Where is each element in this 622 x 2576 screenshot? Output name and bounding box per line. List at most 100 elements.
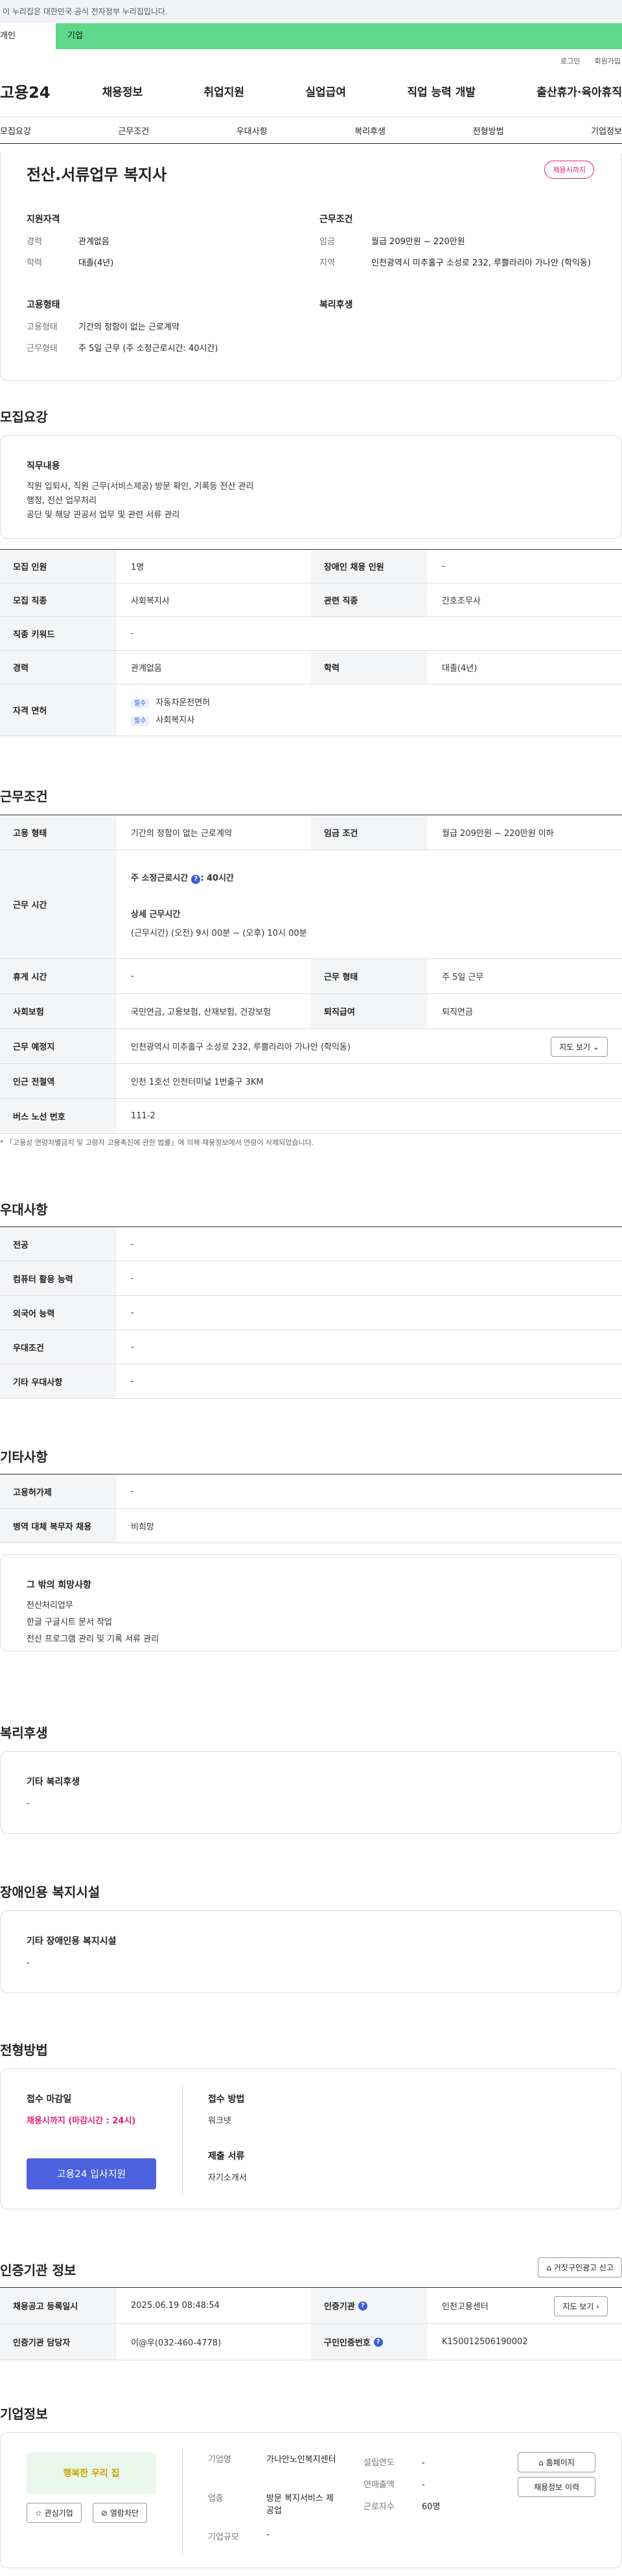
gnb-item-employment-support[interactable]: 취업지원 <box>203 83 244 99</box>
weekly-hours-label: 주 소정근로시간 <box>131 873 189 883</box>
duty-line: 공단 및 해당 관공서 업무 및 관련 서류 관리 <box>27 510 180 520</box>
bell-icon: ⌂ <box>546 2263 552 2272</box>
method-value: 워크넷 <box>208 2116 231 2126</box>
help-icon[interactable]: ? <box>191 874 201 884</box>
block-icon: ⊘ <box>101 2509 108 2518</box>
table-header: 장애인 채용 인원 <box>311 550 428 583</box>
table-row: 우대조건 - <box>0 1330 622 1364</box>
qualification-summary: 지원자격 경력 관계없음 학력 대졸(4년) <box>27 212 286 268</box>
edu-label: 학력 <box>27 258 42 268</box>
welfare-summary: 복리후생 <box>319 298 353 311</box>
gov-notice-bar: 이 누리집은 대한민국 공식 전자정부 누리집입니다. <box>0 0 622 23</box>
work-form-value: 주 5일 근무 (주 소정근로시간: 40시간) <box>78 344 218 354</box>
table-header: 고용허가제 <box>0 1474 117 1508</box>
report-fake-ad-button[interactable]: ⌂ 거짓구인광고 신고 <box>538 2257 622 2277</box>
table-row: 경력 관계없음 학력 대졸(4년) <box>0 651 622 684</box>
table-row: 채용공고 등록일시 2025.06.19 08:48:54 인증기관? 인천고용센터… <box>0 2288 622 2324</box>
area-label: 지역 <box>319 258 335 268</box>
anchor-conditions[interactable]: 근무조건 <box>118 124 149 137</box>
disability-section-title: 장애인용 복지시설 <box>0 1884 100 1900</box>
table-header: 인증기관 <box>324 2302 355 2312</box>
table-row: 병역 대체 복무자 채용 비희망 <box>0 1509 622 1543</box>
favorite-company-button[interactable]: ☆ 관심기업 <box>27 2503 82 2523</box>
divider <box>182 2448 183 2556</box>
table-cell: 111-2 <box>131 1111 156 1121</box>
agency-map-button[interactable]: 지도 보기 › <box>554 2296 608 2316</box>
table-cell: 퇴직연금 <box>442 1008 473 1017</box>
anchor-company[interactable]: 기업정보 <box>591 124 622 137</box>
preferences-section-title: 우대사항 <box>0 1202 48 1217</box>
table-header: 인근 전철역 <box>0 1064 117 1098</box>
table-cell: - <box>131 971 134 981</box>
exp-value: 관계없음 <box>78 237 109 247</box>
table-cell: - <box>131 1486 134 1497</box>
tab-personal[interactable]: 개인 <box>0 23 56 49</box>
star-icon: ☆ <box>35 2509 42 2518</box>
table-row: 모집 직종 사회복지사 관련 직종 간호조무사 <box>0 583 622 617</box>
job-title: 전산.서류업무 복지사 <box>27 166 167 184</box>
table-header: 기타 우대사항 <box>0 1364 117 1398</box>
conditions-section-title: 근무조건 <box>0 789 48 804</box>
help-icon[interactable]: ? <box>358 2301 367 2310</box>
table-header: 우대조건 <box>0 1330 117 1364</box>
apply-button[interactable]: 고용24 입사지원 <box>27 2158 156 2189</box>
anchor-preferences[interactable]: 우대사항 <box>236 124 268 137</box>
homepage-button[interactable]: ⌂ 홈페이지 <box>518 2452 595 2472</box>
map-button[interactable]: 지도 보기 ⌄ <box>551 1037 608 1057</box>
hiring-history-button[interactable]: 채용정보 이력 <box>518 2477 595 2497</box>
anchor-process[interactable]: 전형방법 <box>473 124 504 137</box>
anchor-welfare[interactable]: 복리후생 <box>354 124 386 137</box>
login-link[interactable]: 로그인 <box>560 56 580 65</box>
table-header: 경력 <box>0 651 117 684</box>
table-header: 외국어 능력 <box>0 1296 117 1329</box>
exp-label: 경력 <box>27 237 42 247</box>
wish-line: 전산 프로그램 관리 및 기록 서류 관리 <box>27 1634 159 1644</box>
gnb-item-vocational-training[interactable]: 직업 능력 개발 <box>407 83 476 99</box>
detail-hours-heading: 상세 근무시간 <box>131 909 181 920</box>
table-cell: - <box>131 1273 134 1283</box>
employment-summary: 고용형태 고용형태 기간의 정함이 없는 근로계약 근무형태 주 5일 근무 (주 … <box>27 298 299 354</box>
table-header: 모집 직종 <box>0 583 117 616</box>
utility-links: 로그인 회원가입 <box>0 49 622 65</box>
table-header: 임금 조건 <box>311 815 428 850</box>
agency-section-title: 인증기관 정보 <box>0 2263 76 2278</box>
other-wishes-heading: 그 밖의 희망사항 <box>27 1580 91 1590</box>
table-header: 고용 형태 <box>0 815 117 850</box>
process-box: 접수 마감일 채용시까지 (마감시간 : 24시) 고용24 입사지원 접수 방… <box>0 2068 622 2209</box>
table-header: 학력 <box>311 651 428 684</box>
table-header: 구인인증번호 <box>324 2338 371 2348</box>
wish-line: 한글 구글시트 문서 작업 <box>27 1618 112 1627</box>
site-logo[interactable]: 고용24 <box>0 80 51 102</box>
etc-section-title: 기타사항 <box>0 1449 48 1465</box>
signup-link[interactable]: 회원가입 <box>595 56 621 65</box>
table-cell: 이@우(032-460-4778) <box>131 2338 222 2348</box>
table-cell: - <box>442 561 445 571</box>
help-icon[interactable]: ? <box>373 2337 383 2347</box>
weekly-hours-value: : 40시간 <box>200 873 234 883</box>
table-row: 근무 시간 주 소정근로시간?: 40시간 상세 근무시간 (근무시간) (오전… <box>0 850 622 959</box>
revenue-value: - <box>422 2480 425 2490</box>
table-cell: - <box>131 629 134 638</box>
table-header: 직종 키워드 <box>0 617 117 650</box>
anchor-recruit[interactable]: 모집요강 <box>0 124 31 137</box>
table-row: 버스 노선 번호 111-2 <box>0 1099 622 1134</box>
etc-table: 고용허가제 - 병역 대체 복무자 채용 비희망 <box>0 1474 622 1543</box>
gnb-item-jobs[interactable]: 채용정보 <box>102 83 143 99</box>
table-row: 사회보험 국민연금, 고용보험, 산재보험, 건강보험 퇴직급여 퇴직연금 <box>0 994 622 1029</box>
gnb-item-unemployment-benefit[interactable]: 실업급여 <box>305 83 346 99</box>
tab-corporate[interactable]: 기업 <box>56 23 83 49</box>
docs-heading: 제출 서류 <box>208 2151 245 2162</box>
home-icon: ⌂ <box>538 2458 544 2467</box>
company-logo: 행복한 우리 집 <box>27 2452 156 2494</box>
table-row: 자격 면허 필수 자동차운전면허 필수 사회복지사 <box>0 684 622 736</box>
table-cell: 국민연금, 고용보험, 산재보험, 건강보험 <box>131 1008 271 1017</box>
deadline-value: 채용시까지 (마감시간 : 24시) <box>27 2116 136 2126</box>
gnb-item-parental-leave[interactable]: 출산휴가·육아휴직 <box>536 83 622 99</box>
table-cell: 관계없음 <box>131 664 162 673</box>
block-view-button[interactable]: ⊘ 열람차단 <box>93 2503 148 2523</box>
recruit-section-title: 모집요강 <box>0 409 48 425</box>
license-value: 사회복지사 <box>156 715 195 725</box>
deadline-heading: 접수 마감일 <box>27 2094 72 2105</box>
table-cell: 기간의 정함이 없는 근로계약 <box>131 829 232 839</box>
chevron-down-icon: ⌄ <box>592 1043 599 1052</box>
